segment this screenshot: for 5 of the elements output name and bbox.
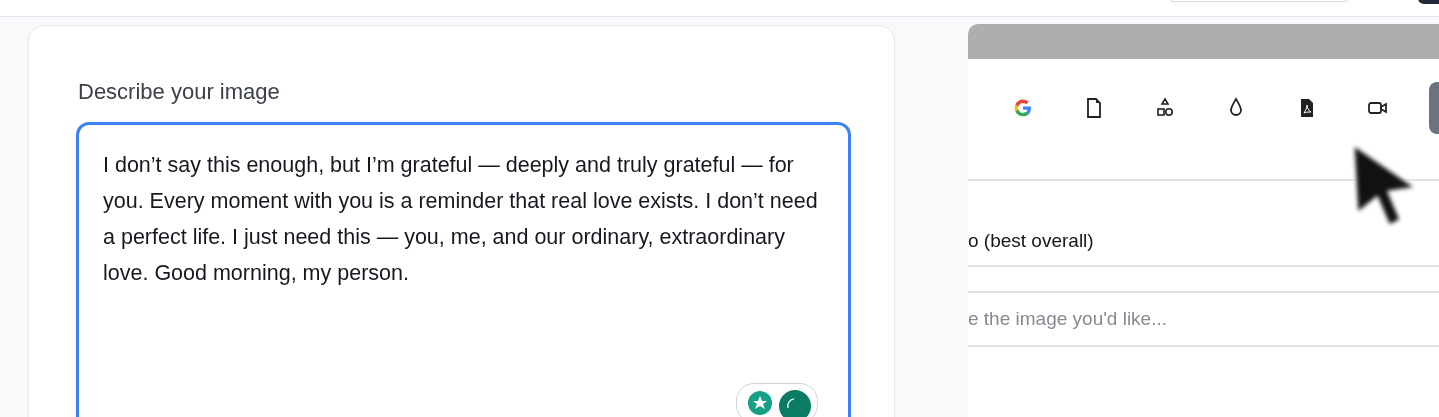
model-option[interactable]: o (best overall)	[968, 226, 1094, 256]
assistant-widget[interactable]	[736, 383, 818, 417]
assistant-icon	[779, 390, 811, 417]
field-label: Describe your image	[78, 78, 281, 106]
description-field[interactable]: I don’t say this enough, but I’m grateful — deeply and truly grateful — for you. Every moment with you is a reminder that real love exists. I don’t need a perfect life. I just need this — you, me, and our ordinary, extraordinary love. Good morning, my person.	[76, 122, 851, 417]
